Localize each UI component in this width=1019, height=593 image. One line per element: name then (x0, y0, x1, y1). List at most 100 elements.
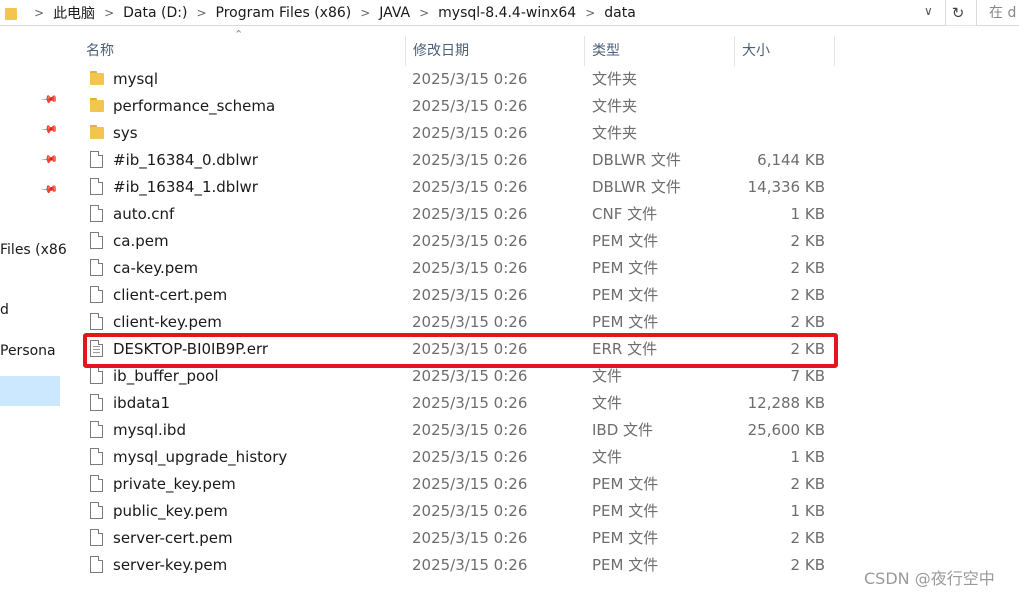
file-type: IBD 文件 (592, 421, 654, 439)
file-icon (90, 448, 103, 465)
file-size: 25,600 KB (747, 421, 825, 439)
file-row[interactable]: client-cert.pem 2025/3/15 0:26 PEM 文件 2 KB (85, 282, 841, 309)
file-icon (90, 205, 103, 222)
file-row[interactable]: sys 2025/3/15 0:26 文件夹 (85, 120, 841, 147)
file-icon (90, 475, 103, 492)
column-type[interactable]: 类型 (586, 36, 620, 66)
file-icon (90, 502, 103, 519)
file-icon (90, 394, 103, 411)
file-row[interactable]: ibdata1 2025/3/15 0:26 文件 12,288 KB (85, 390, 841, 417)
file-date: 2025/3/15 0:26 (412, 259, 528, 277)
file-date: 2025/3/15 0:26 (412, 124, 528, 142)
file-type: PEM 文件 (592, 502, 659, 520)
breadcrumb-item[interactable]: data (600, 5, 640, 21)
file-type: PEM 文件 (592, 232, 659, 250)
file-date: 2025/3/15 0:26 (412, 97, 528, 115)
nav-item[interactable]: d (0, 302, 9, 318)
file-row[interactable]: ca-key.pem 2025/3/15 0:26 PEM 文件 2 KB (85, 255, 841, 282)
file-icon (90, 151, 103, 168)
file-row[interactable]: server-key.pem 2025/3/15 0:26 PEM 文件 2 KB (85, 552, 841, 579)
breadcrumb: > 此电脑 > Data (D:) > Program Files (x86) … (29, 0, 640, 26)
breadcrumb-item[interactable]: mysql-8.4.4-winx64 (434, 5, 580, 21)
nav-item-selected[interactable] (0, 376, 60, 406)
file-date: 2025/3/15 0:26 (412, 502, 528, 520)
breadcrumb-item[interactable]: JAVA (375, 5, 414, 21)
file-type: 文件夹 (592, 97, 638, 115)
file-name: mysql (113, 70, 158, 88)
refresh-icon[interactable]: ↻ (946, 0, 970, 26)
column-name[interactable]: 名称 (80, 36, 114, 66)
file-date: 2025/3/15 0:26 (412, 394, 528, 412)
file-row[interactable]: performance_schema 2025/3/15 0:26 文件夹 (85, 93, 841, 120)
file-row[interactable]: #ib_16384_1.dblwr 2025/3/15 0:26 DBLWR 文件 1… (85, 174, 841, 201)
file-date: 2025/3/15 0:26 (412, 151, 528, 169)
file-row[interactable]: private_key.pem 2025/3/15 0:26 PEM 文件 2 KB (85, 471, 841, 498)
file-type: PEM 文件 (592, 556, 659, 574)
file-size: 2 KB (790, 232, 825, 250)
nav-item-program-files[interactable]: Files (x86 (0, 242, 67, 258)
chevron-right-icon[interactable]: > (29, 6, 49, 20)
file-name: private_key.pem (113, 475, 236, 493)
file-row[interactable]: auto.cnf 2025/3/15 0:26 CNF 文件 1 KB (85, 201, 841, 228)
folder-icon (5, 6, 23, 20)
file-row[interactable]: mysql.ibd 2025/3/15 0:26 IBD 文件 25,600 KB (85, 417, 841, 444)
file-icon (90, 232, 103, 249)
file-row[interactable]: client-key.pem 2025/3/15 0:26 PEM 文件 2 KB (85, 309, 841, 336)
chevron-right-icon[interactable]: > (99, 6, 119, 20)
file-name: ca-key.pem (113, 259, 199, 277)
file-name: #ib_16384_0.dblwr (113, 151, 258, 169)
file-date: 2025/3/15 0:26 (412, 556, 528, 574)
column-divider[interactable] (405, 36, 406, 66)
file-name: #ib_16384_1.dblwr (113, 178, 258, 196)
breadcrumb-item[interactable]: Data (D:) (119, 5, 191, 21)
chevron-right-icon[interactable]: > (355, 6, 375, 20)
file-size: 2 KB (790, 313, 825, 331)
file-type: PEM 文件 (592, 475, 659, 493)
file-name: client-key.pem (113, 313, 222, 331)
breadcrumb-item[interactable]: Program Files (x86) (212, 5, 356, 21)
file-row[interactable]: server-cert.pem 2025/3/15 0:26 PEM 文件 2 KB (85, 525, 841, 552)
search-input[interactable]: 在 d (976, 0, 1019, 26)
pin-icon[interactable]: 📌 (40, 150, 59, 169)
pin-icon[interactable]: 📌 (40, 180, 59, 199)
breadcrumb-item[interactable]: 此电脑 (49, 3, 99, 23)
file-row[interactable]: public_key.pem 2025/3/15 0:26 PEM 文件 1 KB (85, 498, 841, 525)
file-name: performance_schema (113, 97, 276, 115)
address-bar: > 此电脑 > Data (D:) > Program Files (x86) … (0, 0, 1019, 26)
file-icon (90, 286, 103, 303)
file-name: ibdata1 (113, 394, 171, 412)
file-size: 1 KB (790, 502, 825, 520)
sort-up-icon: ⌃ (234, 28, 244, 41)
column-divider[interactable] (734, 36, 735, 66)
file-icon (90, 421, 103, 438)
file-date: 2025/3/15 0:26 (412, 286, 528, 304)
file-type: 文件夹 (592, 124, 638, 142)
column-divider[interactable] (834, 36, 835, 66)
chevron-right-icon[interactable]: > (580, 6, 600, 20)
pin-icon[interactable]: 📌 (40, 90, 59, 109)
file-size: 2 KB (790, 529, 825, 547)
file-type: 文件 (592, 394, 623, 412)
highlight-box (83, 333, 838, 368)
file-row[interactable]: ca.pem 2025/3/15 0:26 PEM 文件 2 KB (85, 228, 841, 255)
file-row[interactable]: mysql 2025/3/15 0:26 文件夹 (85, 66, 841, 93)
file-type: PEM 文件 (592, 286, 659, 304)
file-date: 2025/3/15 0:26 (412, 70, 528, 88)
chevron-down-icon[interactable]: ∨ (924, 4, 933, 18)
folder-icon (90, 124, 106, 139)
column-divider[interactable] (584, 36, 585, 66)
file-icon (90, 313, 103, 330)
column-size[interactable]: 大小 (736, 36, 770, 66)
file-row[interactable]: #ib_16384_0.dblwr 2025/3/15 0:26 DBLWR 文件 6… (85, 147, 841, 174)
file-date: 2025/3/15 0:26 (412, 475, 528, 493)
nav-item-personal[interactable]: Persona (0, 343, 56, 359)
chevron-right-icon[interactable]: > (191, 6, 211, 20)
chevron-right-icon[interactable]: > (414, 6, 434, 20)
column-date[interactable]: 修改日期 (407, 36, 469, 66)
file-size: 2 KB (790, 556, 825, 574)
file-date: 2025/3/15 0:26 (412, 421, 528, 439)
address-box[interactable]: > 此电脑 > Data (D:) > Program Files (x86) … (0, 0, 946, 26)
file-row[interactable]: mysql_upgrade_history 2025/3/15 0:26 文件 1 K… (85, 444, 841, 471)
file-name: ca.pem (113, 232, 169, 250)
pin-icon[interactable]: 📌 (40, 120, 59, 139)
